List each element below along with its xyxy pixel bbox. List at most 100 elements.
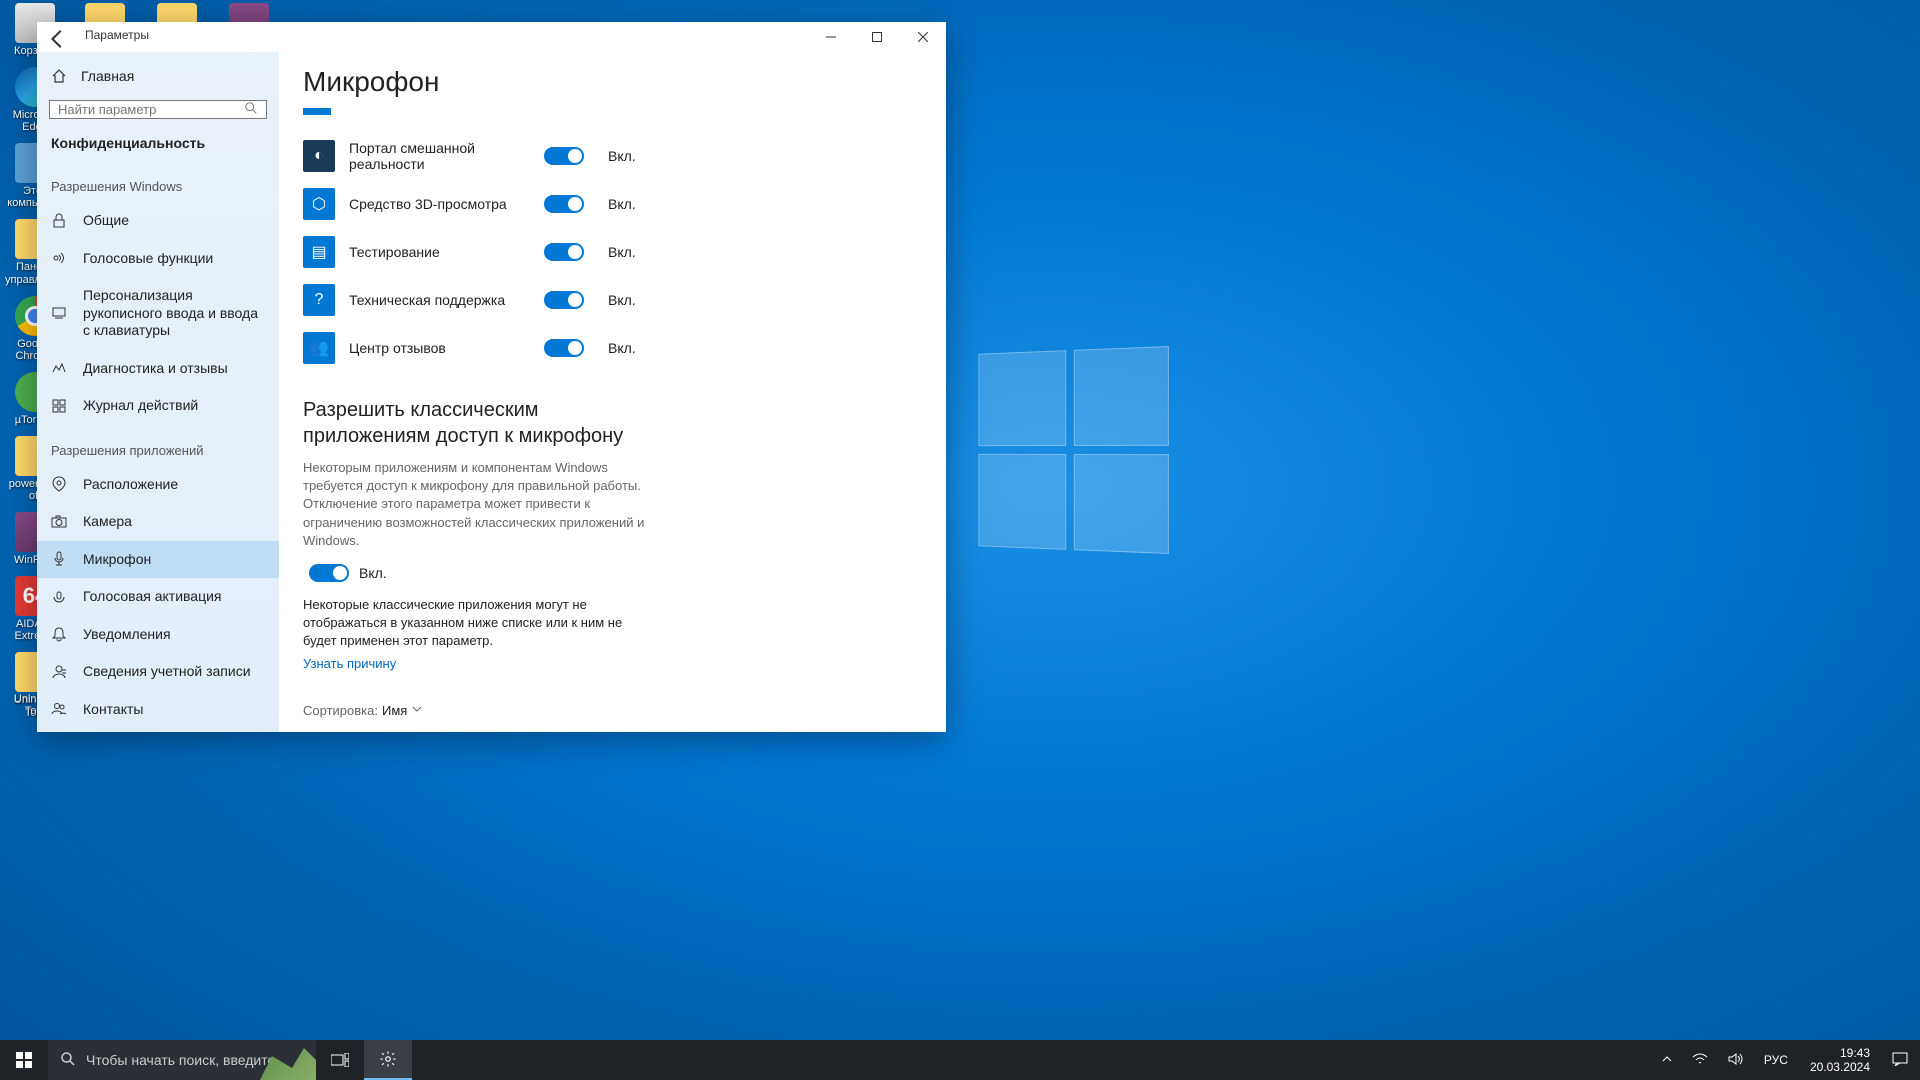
voiceact-icon	[51, 589, 67, 605]
app-row: ▤ Тестирование Вкл.	[303, 229, 922, 275]
taskbar-time: 19:43	[1810, 1046, 1870, 1060]
app-toggle[interactable]	[544, 339, 584, 357]
settings-sidebar: Главная Конфиденциальность Разрешения Wi…	[37, 52, 279, 732]
voice-icon	[51, 250, 67, 266]
app-name: Техническая поддержка	[349, 292, 524, 308]
search-icon	[244, 101, 258, 118]
settings-content: Микрофон ◐Портал смешанной реальностиВкл…	[279, 52, 946, 732]
settings-window: Параметры Главная Конфиденциальность Раз…	[37, 22, 946, 732]
app-toggle[interactable]	[544, 147, 584, 165]
sidebar-home-label: Главная	[81, 68, 134, 84]
taskview-button[interactable]	[316, 1040, 364, 1080]
camera-icon	[51, 514, 67, 530]
app-name: Центр отзывов	[349, 340, 524, 356]
sort-value: Имя	[382, 703, 407, 718]
classic-heading: Разрешить классическим приложениям досту…	[303, 397, 643, 449]
sidebar-item-voiceact[interactable]: Голосовая активация	[37, 578, 279, 616]
classic-app-name: Хост-процесс Windows (Rundll32)	[357, 732, 595, 733]
sidebar-item-label: Камера	[83, 513, 132, 531]
sort-label: Сортировка:	[303, 703, 378, 718]
app-icon: ?	[303, 284, 335, 316]
titlebar: Параметры	[37, 22, 946, 52]
classic-note: Некоторые классические приложения могут …	[303, 596, 653, 651]
app-icon: ⬡	[303, 188, 335, 220]
sidebar-search[interactable]	[49, 100, 267, 119]
sidebar-item-calendar[interactable]: Календарь	[37, 728, 279, 732]
language-indicator[interactable]: РУС	[1760, 1053, 1792, 1067]
app-row: ⬡Средство 3D-просмотраВкл.	[303, 181, 922, 227]
volume-icon[interactable]	[1724, 1052, 1748, 1069]
sidebar-item-camera[interactable]: Камера	[37, 503, 279, 541]
sidebar-item-voice[interactable]: Голосовые функции	[37, 240, 279, 278]
tray-overflow-icon[interactable]	[1658, 1053, 1676, 1067]
taskbar-search[interactable]: Чтобы начать поиск, введите	[48, 1040, 316, 1080]
contacts-icon	[51, 701, 67, 717]
sort-row[interactable]: Сортировка: Имя	[303, 703, 922, 718]
sidebar-item-mic[interactable]: Микрофон	[37, 541, 279, 579]
app-toggle-label: Вкл.	[608, 148, 636, 164]
taskbar: Чтобы начать поиск, введите РУС 19:43 20…	[0, 1040, 1920, 1080]
app-toggle-label: Вкл.	[608, 196, 636, 212]
sidebar-item-label: Голосовые функции	[83, 250, 213, 268]
taskbar-search-placeholder: Чтобы начать поиск, введите	[86, 1052, 275, 1068]
taskbar-clock[interactable]: 19:43 20.03.2024	[1804, 1046, 1876, 1075]
sidebar-item-contacts[interactable]: Контакты	[37, 691, 279, 729]
sidebar-item-location[interactable]: Расположение	[37, 466, 279, 504]
sidebar-item-label: Персонализация рукописного ввода и ввода…	[83, 287, 265, 340]
app-row: 👥Центр отзывовВкл.	[303, 325, 922, 371]
sidebar-item-label: Диагностика и отзывы	[83, 360, 228, 378]
app-toggle[interactable]	[544, 291, 584, 309]
sidebar-home[interactable]: Главная	[37, 58, 279, 94]
sidebar-section-windows: Разрешения Windows	[37, 161, 279, 202]
sidebar-item-history[interactable]: Журнал действий	[37, 387, 279, 425]
app-row: ?Техническая поддержкаВкл.	[303, 277, 922, 323]
app-icon: ◐	[303, 140, 335, 172]
app-icon: ▤	[303, 236, 335, 268]
sidebar-section-apps: Разрешения приложений	[37, 425, 279, 466]
sidebar-item-label: Голосовая активация	[83, 588, 222, 606]
ink-icon	[51, 305, 67, 321]
minimize-button[interactable]	[808, 22, 854, 52]
close-button[interactable]	[900, 22, 946, 52]
classic-desc: Некоторым приложениям и компонентам Wind…	[303, 459, 653, 550]
sidebar-item-label: Уведомления	[83, 626, 171, 644]
account-icon	[51, 664, 67, 680]
history-icon	[51, 398, 67, 414]
learn-more-link[interactable]: Узнать причину	[303, 656, 396, 671]
sidebar-item-label: Общие	[83, 212, 129, 230]
sidebar-item-account[interactable]: Сведения учетной записи	[37, 653, 279, 691]
location-icon	[51, 476, 67, 492]
taskbar-date: 20.03.2024	[1810, 1060, 1870, 1074]
app-name: Тестирование	[349, 244, 524, 260]
classic-toggle-label: Вкл.	[359, 565, 387, 581]
sidebar-item-label: Расположение	[83, 476, 178, 494]
chevron-down-icon	[411, 703, 423, 718]
wifi-icon[interactable]	[1688, 1053, 1712, 1068]
sidebar-item-notify[interactable]: Уведомления	[37, 616, 279, 654]
classic-toggle[interactable]	[309, 564, 349, 582]
app-toggle[interactable]	[544, 195, 584, 213]
sidebar-item-ink[interactable]: Персонализация рукописного ввода и ввода…	[37, 277, 279, 350]
app-toggle[interactable]	[544, 243, 584, 261]
sidebar-item-label: Журнал действий	[83, 397, 198, 415]
sidebar-item-label: Микрофон	[83, 551, 151, 569]
maximize-button[interactable]	[854, 22, 900, 52]
search-icon	[60, 1051, 76, 1070]
taskbar-settings-button[interactable]	[364, 1040, 412, 1080]
system-tray: РУС 19:43 20.03.2024	[1658, 1046, 1920, 1075]
windows-logo-wallpaper	[978, 346, 1168, 554]
start-button[interactable]	[0, 1040, 48, 1080]
app-name: Портал смешанной реальности	[349, 140, 524, 172]
sidebar-item-lock[interactable]: Общие	[37, 202, 279, 240]
sidebar-item-diag[interactable]: Диагностика и отзывы	[37, 350, 279, 388]
diag-icon	[51, 360, 67, 376]
app-toggle-label: Вкл.	[608, 244, 636, 260]
back-button[interactable]	[47, 28, 69, 50]
classic-app-icon	[315, 732, 345, 733]
lock-icon	[51, 213, 67, 229]
accent-bar	[303, 108, 331, 115]
app-icon: 👥	[303, 332, 335, 364]
notify-icon	[51, 626, 67, 642]
notifications-icon[interactable]	[1888, 1052, 1912, 1069]
search-input[interactable]	[58, 102, 244, 117]
